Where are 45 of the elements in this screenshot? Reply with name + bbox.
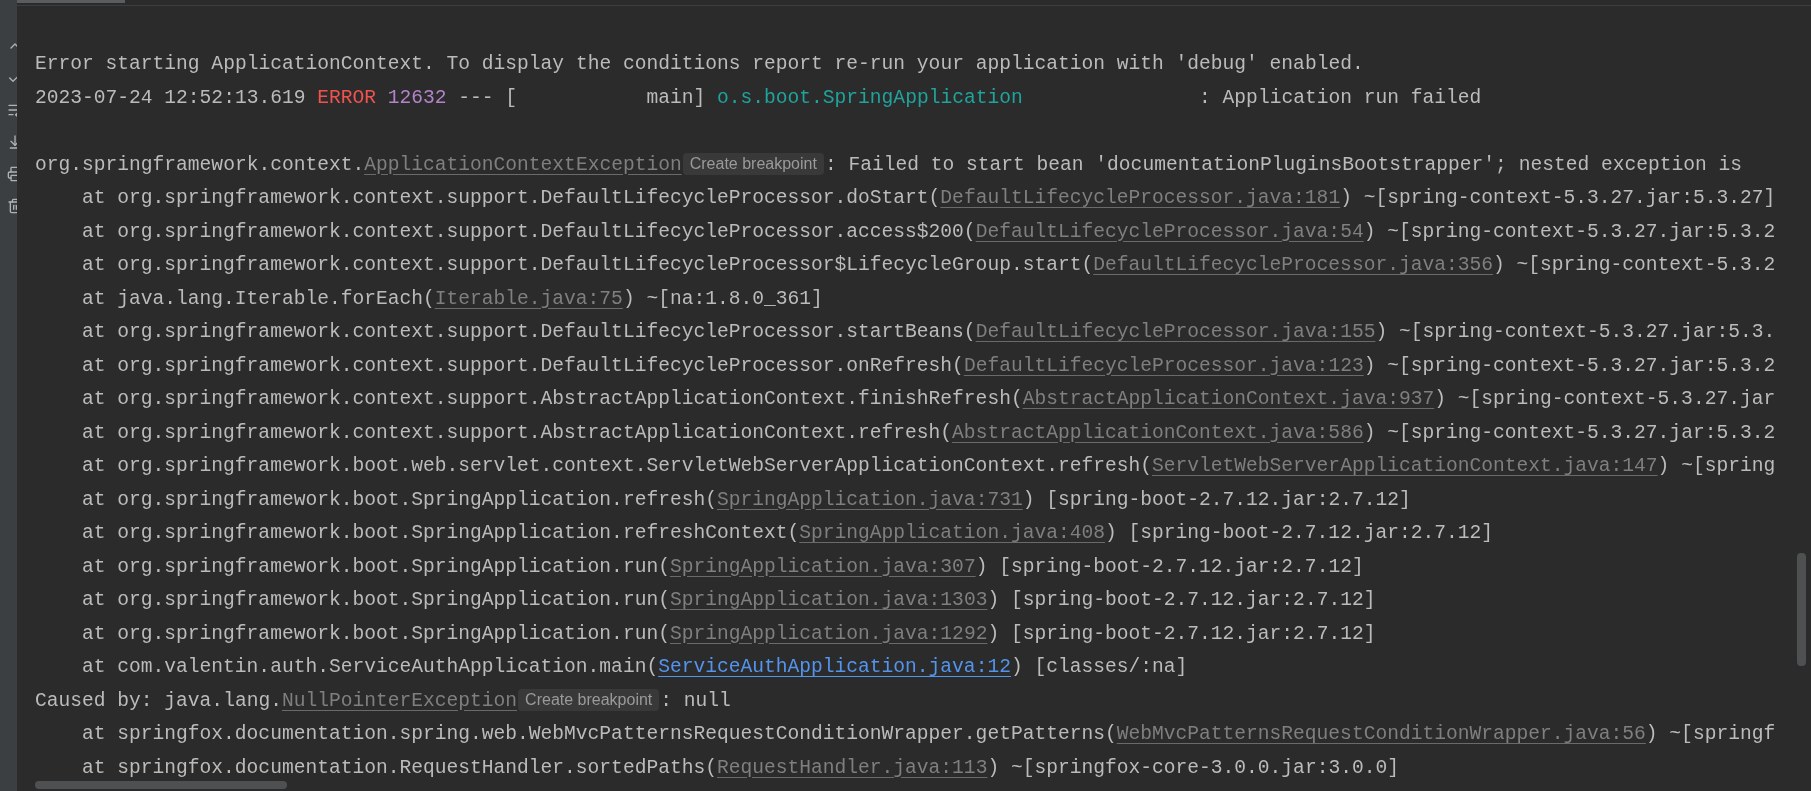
source-link[interactable]: AbstractApplicationContext.java:937: [1022, 388, 1435, 410]
create-breakpoint-hint[interactable]: Create breakpoint: [682, 153, 824, 176]
stack-frame-line: at org.springframework.boot.SpringApplication.run(SpringApplication.java:307) [spring-boot-2.7.12.jar:2.7.12]: [82, 554, 1364, 580]
stack-frame-line: at java.lang.Iterable.forEach(Iterable.java:75) ~[na:1.8.0_361]: [82, 286, 823, 312]
stack-frame-line: at springfox.documentation.spring.web.WebMvcPatternsRequestConditionWrapper.getPatterns(WebMvcPatternsRequestConditionWrapper.java:56) ~[springf: [82, 722, 1776, 747]
log-line: 2023-07-24 12:52:13.619 ERROR 12632 --- [ main] o.s.boot.SpringApplication : Application run failed: [35, 85, 1482, 111]
source-link[interactable]: Iterable.java:75: [434, 287, 623, 310]
source-link[interactable]: SpringApplication.java:1292: [669, 622, 988, 645]
stack-frame-line: at org.springframework.context.support.DefaultLifecycleProcessor.startBeans(DefaultLifecycleProcessor.java:155) ~[spring-context-5.3.27.jar:5.3.: [82, 320, 1776, 345]
stack-frame-line: at org.springframework.context.support.DefaultLifecycleProcessor.onRefresh(DefaultLifecycleProcessor.java:123) ~[spring-context-5.3.27.jar:5.3.2: [82, 353, 1776, 379]
stack-frame-line: at org.springframework.boot.SpringApplication.refreshContext(SpringApplication.java:408) [spring-boot-2.7.12.jar:2.7.12]: [82, 521, 1493, 546]
log-line: org.springframework.context.ApplicationContextException Create breakpoint : Failed to start bean 'documentationPluginsBootstrapper'; nested exception is: [35, 152, 1743, 178]
source-link[interactable]: ServletWebServerApplicationContext.java:147: [1152, 455, 1658, 477]
stack-frame-line: at springfox.documentation.RequestHandler.sortedPaths(RequestHandler.java:113) ~[springfox-core-3.0.0.jar:3.0.0]: [82, 755, 1399, 781]
scrollbar-thumb[interactable]: [35, 781, 287, 789]
log-line: Caused by: java.lang.NullPointerException Create breakpoint : null: [35, 688, 731, 714]
source-link[interactable]: SpringApplication.java:307: [669, 555, 976, 578]
create-breakpoint-hint[interactable]: Create breakpoint: [518, 689, 660, 712]
source-link[interactable]: AbstractApplicationContext.java:586: [952, 421, 1364, 444]
source-link[interactable]: SpringApplication.java:408: [799, 522, 1105, 544]
stack-frame-line: at org.springframework.boot.SpringApplication.refresh(SpringApplication.java:731) [spring-boot-2.7.12.jar:2.7.12]: [82, 487, 1411, 513]
stack-frame-line: at org.springframework.boot.web.servlet.context.ServletWebServerApplicationContext.refresh(ServletWebServerApplicationContext.java:147) ~[spring: [82, 454, 1776, 479]
source-link[interactable]: DefaultLifecycleProcessor.java:181: [940, 187, 1341, 209]
stack-frame-line: at org.springframework.context.support.DefaultLifecycleProcessor.doStart(DefaultLifecycleProcessor.java:181) ~[spring-context-5.3.27.jar:5.3.27]: [82, 186, 1776, 211]
source-link[interactable]: ServiceAuthApplication.java:12: [658, 656, 1011, 678]
stack-frame-line: at org.springframework.context.support.DefaultLifecycleProcessor$LifecycleGroup.start(DefaultLifecycleProcessor.java:356) ~[spring-context-5.3.2: [82, 253, 1776, 278]
stack-frame-line: at org.springframework.boot.SpringApplication.run(SpringApplication.java:1292) [spring-boot-2.7.12.jar:2.7.12]: [82, 621, 1376, 647]
source-link[interactable]: NullPointerException: [281, 689, 518, 712]
stack-frame-line: at org.springframework.context.support.AbstractApplicationContext.refresh(AbstractApplicationContext.java:586) ~[spring-context-5.3.27.jar:5.3.2: [82, 420, 1776, 446]
source-link[interactable]: DefaultLifecycleProcessor.java:54: [975, 220, 1364, 243]
log-line: Error starting ApplicationContext. To display the conditions report re-run your application with 'debug' enabled.: [35, 52, 1364, 77]
scrollbar-thumb[interactable]: [17, 0, 125, 3]
source-link[interactable]: RequestHandler.java:113: [716, 756, 988, 779]
stack-frame-line: at com.valentin.auth.ServiceAuthApplication.main(ServiceAuthApplication.java:12) [classes/:na]: [82, 655, 1188, 680]
stack-frame-line: at org.springframework.context.support.AbstractApplicationContext.finishRefresh(AbstractApplicationContext.java:937) ~[spring-context-5.3.27.jar: [82, 387, 1776, 412]
stack-frame-line: at org.springframework.boot.SpringApplication.run(SpringApplication.java:1303) [spring-boot-2.7.12.jar:2.7.12]: [82, 588, 1376, 613]
source-link[interactable]: DefaultLifecycleProcessor.java:155: [975, 321, 1376, 343]
source-link[interactable]: SpringApplication.java:731: [716, 488, 1023, 511]
stack-frame-line: at org.springframework.context.support.DefaultLifecycleProcessor.access$200(DefaultLifecycleProcessor.java:54) ~[spring-context-5.3.27.jar:5.3.2: [82, 219, 1776, 245]
source-link[interactable]: ApplicationContextException: [364, 153, 682, 176]
source-link[interactable]: WebMvcPatternsRequestConditionWrapper.java:56: [1116, 723, 1646, 745]
source-link[interactable]: DefaultLifecycleProcessor.java:356: [1093, 254, 1493, 276]
scrollbar-thumb[interactable]: [1797, 553, 1806, 666]
source-link[interactable]: DefaultLifecycleProcessor.java:123: [963, 354, 1364, 377]
source-link[interactable]: SpringApplication.java:1303: [669, 589, 988, 611]
